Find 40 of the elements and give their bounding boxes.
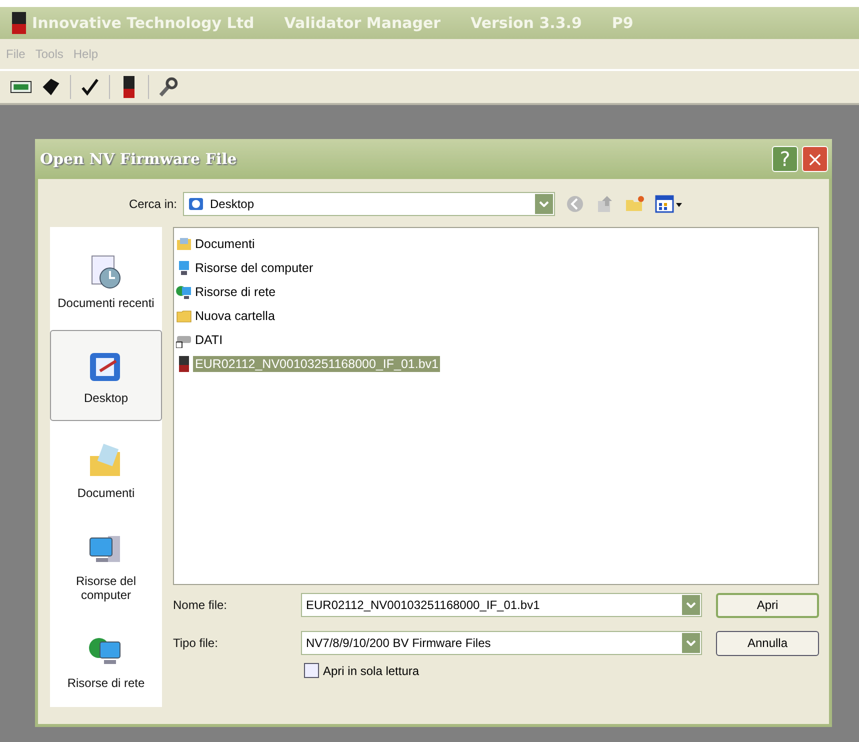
read-only-label: Apri in sola lettura	[323, 664, 420, 678]
folder-icon	[176, 308, 192, 324]
desktop-icon	[188, 196, 204, 212]
chevron-down-icon	[686, 602, 696, 608]
open-button[interactable]: Apri	[716, 592, 819, 618]
validator-icon	[12, 12, 26, 34]
chevron-down-icon	[539, 201, 549, 207]
file-type-dropdown[interactable]: NV7/8/9/10/200 BV Firmware Files	[301, 631, 702, 655]
cancel-button[interactable]: Annulla	[716, 630, 819, 656]
window-title: Version 3.3.9	[470, 14, 582, 32]
list-entry[interactable]: Documenti	[193, 236, 257, 252]
read-only-checkbox[interactable]	[304, 663, 319, 678]
file-name-label: Nome file:	[173, 598, 228, 612]
look-in-label: Cerca in:	[128, 197, 178, 211]
window-title: Innovative Technology Ltd	[32, 14, 254, 32]
list-entry[interactable]: DATI	[193, 332, 225, 348]
network-icon	[176, 284, 192, 300]
file-type-label: Tipo file:	[173, 636, 219, 650]
places-item[interactable]: Documenti recenti	[50, 235, 162, 326]
chevron-down-icon	[686, 640, 696, 646]
places-item[interactable]: Documenti	[50, 425, 162, 517]
window-title: Validator Manager	[284, 14, 441, 32]
computer-icon	[176, 260, 192, 276]
checkmark-icon[interactable]	[79, 76, 101, 98]
places-item[interactable]: Risorse di rete	[50, 616, 162, 708]
list-entry[interactable]: Nuova cartella	[193, 308, 277, 324]
view-menu-icon[interactable]	[655, 194, 683, 214]
dialog-title: Open NV Firmware File	[40, 150, 237, 168]
places-item[interactable]: Desktop	[50, 330, 162, 422]
new-folder-icon[interactable]	[625, 194, 645, 214]
places-item[interactable]: Risorse del computer	[50, 520, 162, 612]
tag-icon[interactable]	[40, 76, 62, 98]
close-button[interactable]: ×	[802, 146, 828, 172]
list-entry[interactable]: Risorse di rete	[193, 284, 278, 300]
look-in-dropdown[interactable]: Desktop	[183, 192, 555, 216]
validator-icon	[176, 356, 192, 372]
file-name-field[interactable]: EUR02112_NV00103251168000_IF_01.bv1	[301, 593, 702, 617]
window-title: P9	[612, 14, 634, 32]
document-folder-icon	[176, 236, 192, 252]
list-entry[interactable]: Risorse del computer	[193, 260, 316, 276]
